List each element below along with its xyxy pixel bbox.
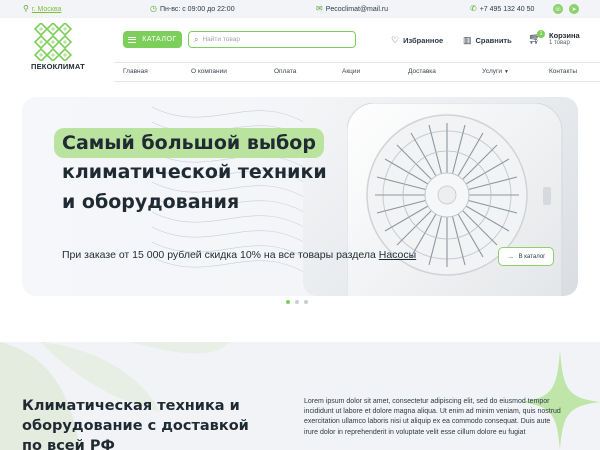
slider-dots — [286, 300, 308, 304]
promo-text-body: При заказе от 15 000 рублей скидка 10% н… — [62, 249, 379, 261]
hours-text: Пн-вс: с 09:00 до 22:00 — [159, 5, 235, 13]
slider-dot-2[interactable] — [295, 300, 299, 304]
phone-link[interactable]: ✆ +7 495 132 40 50 — [470, 3, 534, 15]
compare-label: Сравнить — [475, 35, 512, 45]
email-text[interactable]: Pecoclimat@mail.ru — [326, 6, 388, 13]
section-paragraph: Lorem ipsum dolor sit amet, consectetur … — [304, 398, 561, 436]
section-heading-line-3: по всей РФ — [22, 438, 115, 450]
chevron-down-icon: ▼ — [504, 69, 509, 75]
search-box[interactable]: ⌕ — [188, 31, 356, 48]
logo-icon[interactable] — [33, 23, 73, 61]
product-photo — [303, 97, 578, 296]
email-link[interactable]: ✉ Pecoclimat@mail.ru — [316, 3, 388, 15]
whatsapp-icon[interactable]: ☏ — [553, 4, 563, 14]
catalog-button-label: КАТАЛОГ — [142, 36, 177, 43]
location-pin-icon: ⚲ — [23, 4, 29, 13]
mail-icon: ✉ — [316, 4, 323, 13]
cart-badge: 1 — [537, 30, 545, 38]
nav-item-promotions[interactable]: Акции — [342, 68, 360, 75]
city-label[interactable]: г. Москва — [32, 6, 62, 13]
section-heading-line-1: Климатическая техника и — [22, 398, 240, 414]
about-section: Климатическая техника и оборудование с д… — [0, 342, 600, 450]
working-hours: ◷ Пн-вс: с 09:00 до 22:00 — [150, 3, 235, 15]
slider-dot-3[interactable] — [304, 300, 308, 304]
promo-text: При заказе от 15 000 рублей скидка 10% н… — [62, 249, 416, 261]
bar-chart-icon: ▥ — [463, 34, 472, 45]
telegram-icon[interactable]: ➤ — [569, 4, 579, 14]
nav-item-contacts[interactable]: Контакты — [549, 68, 577, 75]
search-icon[interactable]: ⌕ — [194, 35, 198, 45]
hero-title-line-3: и оборудования — [62, 191, 240, 213]
hero-title-line-2: климатической техники — [62, 161, 327, 183]
logo-text[interactable]: ПЕКОКЛИМАТ — [31, 62, 85, 71]
nav-item-services[interactable]: Услуги ▼ — [482, 68, 509, 75]
compare-button[interactable]: ▥ Сравнить — [463, 34, 512, 46]
catalog-button[interactable]: КАТАЛОГ — [123, 31, 182, 48]
phone-text[interactable]: +7 495 132 40 50 — [480, 6, 535, 13]
nav-item-about[interactable]: О компании — [191, 68, 227, 75]
cart-label: Корзина — [549, 31, 580, 40]
nav-item-home[interactable]: Главная — [123, 68, 148, 75]
nav-item-delivery[interactable]: Доставка — [408, 68, 436, 75]
nav-item-payment[interactable]: Оплата — [274, 68, 296, 75]
cart-button[interactable]: 🛒︎ 1 Корзина 1 товар — [528, 30, 588, 48]
favorites-button[interactable]: ♡ Избранное — [391, 34, 443, 46]
favorites-label: Избранное — [403, 35, 444, 45]
to-catalog-label: В каталог — [518, 253, 546, 260]
arrow-right-icon: → — [506, 252, 515, 261]
promo-link[interactable]: Насосы — [379, 249, 416, 261]
hero-banner: Самый большой выбор климатической техник… — [22, 97, 578, 296]
hero-title-line-1: Самый большой выбор — [54, 128, 324, 158]
search-input[interactable] — [202, 36, 343, 43]
to-catalog-button[interactable]: → В каталог — [498, 247, 554, 266]
nav-services-label: Услуги — [482, 68, 502, 75]
city-selector[interactable]: ⚲ г. Москва — [23, 3, 61, 15]
top-bar: ⚲ г. Москва ◷ Пн-вс: с 09:00 до 22:00 ✉ … — [0, 0, 600, 18]
messengers: ☏ ➤ — [553, 3, 579, 15]
section-heading: Климатическая техника и оборудование с д… — [22, 396, 272, 450]
menu-icon — [128, 36, 137, 43]
heart-icon: ♡ — [391, 34, 400, 45]
main-nav: Главная О компании Оплата Акции Доставка… — [114, 62, 600, 82]
slider-dot-1[interactable] — [286, 300, 290, 304]
clock-icon: ◷ — [150, 4, 157, 13]
cart-count: 1 товар — [549, 40, 570, 46]
air-purifier-image — [347, 103, 563, 296]
phone-icon: ✆ — [470, 4, 477, 13]
section-heading-line-2: оборудование с доставкой — [22, 418, 249, 434]
